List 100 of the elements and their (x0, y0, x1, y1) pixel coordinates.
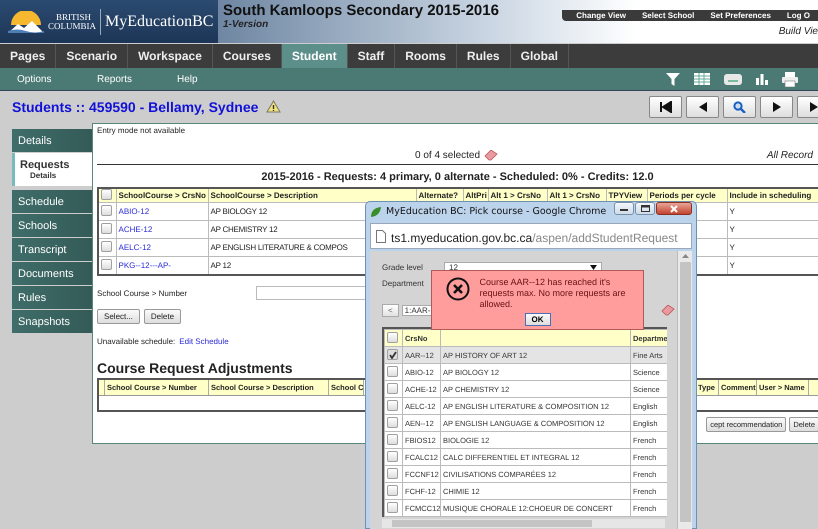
checkbox[interactable] (387, 366, 398, 376)
table-cell: Y (730, 207, 735, 216)
course-link[interactable]: ABIO-12 (118, 207, 150, 216)
column-header: Periods per cycle (647, 188, 727, 202)
field-label: Department (382, 278, 425, 288)
side-tab-label: Requests (20, 159, 71, 171)
build-view-link[interactable]: Build Vie (778, 26, 818, 37)
top-link[interactable]: Select School (634, 11, 702, 20)
filter-icon[interactable] (666, 72, 680, 86)
side-tab[interactable]: Transcript (12, 238, 92, 261)
top-link[interactable]: Log O (778, 11, 818, 20)
logo-text: COLUMBIA (48, 22, 96, 30)
previous-button[interactable] (686, 96, 719, 118)
side-tab-sublabel[interactable]: Details (20, 171, 92, 180)
menu-item[interactable]: Reports (80, 74, 160, 84)
table-cell: Y (730, 225, 735, 234)
eraser-icon[interactable] (661, 304, 675, 316)
table-cell: AP BIOLOGY 12 (210, 207, 267, 216)
scroll-up-icon (682, 254, 688, 258)
field-label: School Course > Number (97, 288, 188, 298)
column-header (809, 380, 818, 395)
search-icon (733, 100, 746, 112)
bar-chart-icon[interactable] (756, 73, 768, 85)
sort-icon[interactable] (724, 74, 742, 84)
table-cell: Y (730, 261, 735, 270)
checkbox[interactable] (387, 332, 398, 342)
info-label: Unavailable schedule: (97, 337, 176, 346)
checkbox[interactable] (387, 382, 398, 394)
course-link[interactable]: ACHE-12 (118, 225, 152, 234)
side-tab[interactable]: Documents (12, 262, 92, 285)
minimize-button[interactable] (614, 202, 634, 215)
side-tab-label: Rules (18, 292, 48, 304)
checkbox[interactable] (101, 241, 112, 252)
checkbox[interactable] (101, 223, 112, 234)
print-icon[interactable] (782, 72, 798, 86)
checkbox[interactable] (387, 400, 398, 410)
version-label: 1-Version (223, 19, 270, 30)
dropdown-value: 12 (449, 262, 458, 272)
checkbox[interactable] (387, 502, 398, 512)
url-path: /aspen/addStudentRequest (532, 230, 678, 244)
next-icon (770, 100, 783, 112)
error-message: Course AAR--12 has reached it's requests max. No more requests are allowed. (480, 277, 627, 310)
search-button[interactable] (723, 96, 756, 118)
top-link[interactable]: Change View (568, 11, 634, 20)
nav-tab[interactable]: Student (282, 44, 348, 68)
maximize-icon (640, 205, 650, 212)
checkbox[interactable] (101, 205, 112, 216)
course-link[interactable]: AELC-12 (118, 243, 151, 252)
close-icon (670, 204, 678, 212)
action-button[interactable]: Delete (144, 309, 182, 324)
checkbox[interactable] (387, 484, 398, 496)
checkbox[interactable] (101, 259, 112, 270)
field-label: Grade level (382, 262, 424, 272)
checkbox[interactable] (387, 468, 398, 478)
checkbox[interactable] (387, 434, 398, 444)
column-header (99, 380, 105, 395)
sun-mountain-icon (8, 10, 44, 32)
side-tab-label: Details (18, 134, 53, 146)
checkbox[interactable] (387, 450, 398, 462)
ok-button[interactable]: OK (524, 313, 550, 326)
side-tab-label: Snapshots (18, 316, 71, 328)
maximize-button[interactable] (635, 202, 655, 215)
check-icon (388, 350, 396, 359)
section-heading: Course Request Adjustments (97, 360, 293, 376)
grid-icon[interactable] (694, 73, 710, 85)
next-button[interactable] (760, 96, 793, 118)
side-tab-label: Documents (18, 268, 75, 280)
selection-count: 0 of 4 selected (415, 150, 480, 161)
table-cell: AP CHEMISTRY 12 (210, 225, 278, 234)
side-tab[interactable]: Schools (12, 214, 92, 237)
side-tab[interactable]: Snapshots (12, 310, 92, 333)
menu-item[interactable]: Options (0, 74, 80, 84)
checkbox[interactable] (387, 349, 398, 360)
top-link[interactable]: Set Preferences (702, 11, 779, 20)
column-header: SchoolCourse > Description (208, 188, 416, 202)
previous-page-button[interactable]: < (382, 304, 399, 316)
edit-schedule-link[interactable]: Edit Schedule (179, 337, 229, 346)
close-button[interactable] (656, 202, 692, 215)
scrollbar-thumb[interactable] (680, 262, 690, 522)
side-tab[interactable]: Details (12, 129, 92, 152)
first-button[interactable] (649, 96, 682, 118)
record-title: Students :: 459590 - Bellamy, Sydnee (12, 98, 258, 114)
scrollbar-thumb[interactable] (392, 520, 592, 527)
action-button[interactable]: Select... (97, 309, 140, 324)
filter-label: All Record (766, 150, 813, 161)
eraser-icon[interactable] (484, 150, 498, 161)
logo-text: BRITISH (55, 12, 92, 22)
warning-icon (266, 100, 282, 113)
summary-text: 2015-2016 - Requests: 4 primary, 0 alternate - Scheduled: 0% - Credits: 12.0 (260, 170, 655, 185)
checkbox[interactable] (387, 416, 398, 428)
app-name: MyEducationBC (105, 12, 214, 30)
column-header: Include in scheduling (727, 188, 818, 202)
side-tab[interactable]: Schedule (12, 190, 92, 213)
leaf-icon (370, 206, 382, 218)
checkbox[interactable] (101, 189, 112, 200)
menu-item[interactable]: Help (160, 74, 240, 84)
side-tab[interactable]: Requests Details (12, 153, 92, 186)
table-cell: Y (730, 243, 735, 252)
side-tab[interactable]: Rules (12, 286, 92, 309)
window-title: MyEducation BC: Pick course - Google Chrome (386, 206, 606, 217)
